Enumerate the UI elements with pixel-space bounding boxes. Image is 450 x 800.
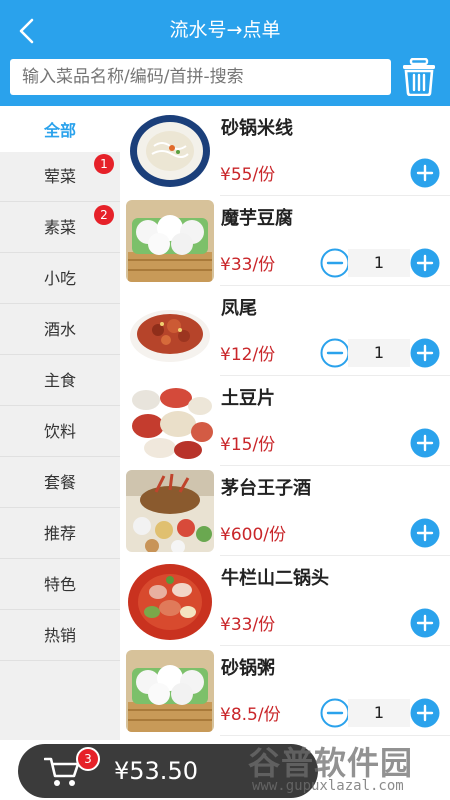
dish-photo xyxy=(126,470,214,552)
sidebar-item-label: 全部 xyxy=(43,121,76,140)
dish-photo xyxy=(126,200,214,282)
watermark: 谷普软件园 www.gupuxlazal.com xyxy=(248,738,448,798)
dish-name: 茅台王子酒 xyxy=(221,478,311,499)
dish-photo xyxy=(126,110,214,192)
dish-price: ¥12/份 xyxy=(220,345,276,365)
list-item: 砂锅粥 ¥8.5/份 1 xyxy=(120,646,450,736)
dish-price: ¥15/份 xyxy=(220,435,276,455)
sidebar-item-label: 荤菜 xyxy=(43,167,76,186)
add-item-button[interactable] xyxy=(410,608,440,638)
sidebar-item-special[interactable]: 特色 xyxy=(0,560,120,610)
dish-price: ¥33/份 xyxy=(220,255,276,275)
sidebar-item-recommend[interactable]: 推荐 xyxy=(0,509,120,559)
sidebar-item-label: 热销 xyxy=(43,626,76,645)
page-title: 流水号→点单 xyxy=(169,19,281,41)
list-item: 茅台王子酒 ¥600/份 xyxy=(120,466,450,556)
dish-price: ¥33/份 xyxy=(220,615,276,635)
sidebar-item-label: 酒水 xyxy=(43,320,76,339)
quantity-display: 1 xyxy=(348,339,410,367)
dish-name: 砂锅粥 xyxy=(221,658,275,679)
remove-item-button[interactable] xyxy=(320,338,350,368)
dish-price: ¥600/份 xyxy=(220,525,286,545)
sidebar-item-label: 套餐 xyxy=(43,473,76,492)
search-input[interactable] xyxy=(10,59,391,95)
cart-count-badge: 3 xyxy=(76,747,100,771)
cart-total: ¥53.50 xyxy=(114,757,198,785)
dish-price: ¥8.5/份 xyxy=(220,705,281,725)
sidebar-item-label: 特色 xyxy=(43,575,76,594)
category-count-badge: 2 xyxy=(94,205,114,225)
dish-name: 砂锅米线 xyxy=(221,118,293,139)
sidebar-item-staple[interactable]: 主食 xyxy=(0,356,120,406)
dish-name: 魔芋豆腐 xyxy=(221,208,293,229)
list-item: 牛栏山二锅头 ¥33/份 xyxy=(120,556,450,646)
sidebar-item-label: 小吃 xyxy=(43,269,76,288)
sidebar-item-beverage[interactable]: 饮料 xyxy=(0,407,120,457)
list-item: 凤尾 ¥12/份 1 xyxy=(120,286,450,376)
sidebar-item-combo[interactable]: 套餐 xyxy=(0,458,120,508)
app-header: 流水号→点单 xyxy=(0,0,450,106)
sidebar-item-all[interactable]: 全部 xyxy=(0,106,120,156)
list-item: 土豆片 ¥15/份 xyxy=(120,376,450,466)
list-item: 魔芋豆腐 ¥33/份 1 xyxy=(120,196,450,286)
sidebar-item-hot[interactable]: 热销 xyxy=(0,611,120,661)
add-item-button[interactable] xyxy=(410,428,440,458)
dish-photo xyxy=(126,650,214,732)
dish-list: 砂锅米线 ¥55/份 魔芋豆腐 ¥33/份 1 凤尾 ¥12/份 1 土豆片 ¥… xyxy=(120,106,450,740)
sidebar-item-snack[interactable]: 小吃 xyxy=(0,254,120,304)
sidebar-item-label: 素菜 xyxy=(43,218,76,237)
quantity-display: 1 xyxy=(348,249,410,277)
quantity-display: 1 xyxy=(348,699,410,727)
dish-photo xyxy=(126,380,214,462)
category-count-badge: 1 xyxy=(94,154,114,174)
dish-photo xyxy=(126,560,214,642)
dish-photo xyxy=(126,290,214,372)
list-item: 砂锅米线 ¥55/份 xyxy=(120,106,450,196)
category-sidebar: 全部 荤菜 素菜 小吃 酒水 主食 饮料 套餐 推荐 特色 热销 1 2 xyxy=(0,106,120,740)
add-item-button[interactable] xyxy=(410,698,440,728)
sidebar-item-label: 主食 xyxy=(43,371,76,390)
dish-name: 土豆片 xyxy=(221,388,275,409)
trash-icon[interactable] xyxy=(402,58,436,96)
add-item-button[interactable] xyxy=(410,158,440,188)
dish-name: 牛栏山二锅头 xyxy=(221,568,329,589)
add-item-button[interactable] xyxy=(410,338,440,368)
cart-icon[interactable] xyxy=(44,756,80,788)
remove-item-button[interactable] xyxy=(320,698,350,728)
dish-price: ¥55/份 xyxy=(220,165,276,185)
sidebar-item-drinks-alcohol[interactable]: 酒水 xyxy=(0,305,120,355)
add-item-button[interactable] xyxy=(410,518,440,548)
sidebar-item-label: 饮料 xyxy=(43,422,76,441)
dish-name: 凤尾 xyxy=(221,298,257,319)
sidebar-item-label: 推荐 xyxy=(43,524,76,543)
watermark-url: www.gupuxlazal.com xyxy=(252,778,404,794)
add-item-button[interactable] xyxy=(410,248,440,278)
remove-item-button[interactable] xyxy=(320,248,350,278)
